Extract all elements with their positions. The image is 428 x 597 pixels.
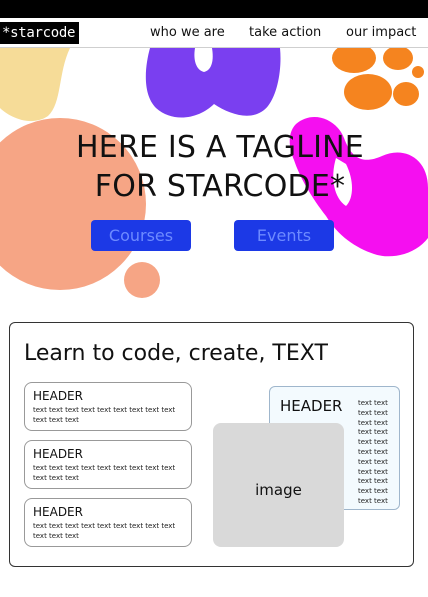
- hero-tagline: HERE IS A TAGLINE FOR STARCODE*: [40, 128, 400, 206]
- navbar: *starcode who we are take action our imp…: [0, 18, 428, 48]
- feature-text: text text text text text text text text …: [33, 406, 176, 424]
- orange-blob-3: [344, 74, 392, 110]
- orange-blob-2: [383, 48, 413, 70]
- side-panel-text: text text text text text text text text …: [358, 399, 388, 505]
- feature-header: HEADER: [33, 389, 83, 403]
- feature-text: text text text text text text text text …: [33, 522, 176, 540]
- feature-box: HEADER text text text text text text tex…: [24, 498, 192, 547]
- courses-button[interactable]: Courses: [91, 220, 191, 251]
- side-panel-header: HEADER: [280, 397, 343, 415]
- image-label: image: [255, 481, 302, 499]
- feature-header: HEADER: [33, 505, 83, 519]
- nav-link-take-action[interactable]: take action: [249, 25, 321, 40]
- learn-card: Learn to code, create, TEXT HEADER text …: [9, 322, 414, 567]
- tagline-line-1: HERE IS A TAGLINE: [76, 130, 364, 165]
- orange-blob-4: [393, 82, 419, 106]
- image-placeholder: image: [213, 423, 344, 547]
- purple-blob: [145, 48, 281, 118]
- tagline-line-2: FOR STARCODE*: [94, 169, 346, 204]
- yellow-blob: [0, 48, 70, 122]
- top-bar: [0, 0, 428, 18]
- feature-text: text text text text text text text text …: [33, 464, 176, 482]
- events-button[interactable]: Events: [234, 220, 334, 251]
- feature-box: HEADER text text text text text text tex…: [24, 382, 192, 431]
- card-title: Learn to code, create, TEXT: [24, 341, 328, 366]
- peach-blob-small: [124, 262, 160, 298]
- feature-header: HEADER: [33, 447, 83, 461]
- starcode-logo[interactable]: *starcode: [0, 22, 79, 44]
- nav-link-our-impact[interactable]: our impact: [346, 25, 416, 40]
- orange-dot: [412, 66, 424, 78]
- nav-link-who-we-are[interactable]: who we are: [150, 25, 225, 40]
- feature-box: HEADER text text text text text text tex…: [24, 440, 192, 489]
- orange-blob-1: [332, 48, 376, 73]
- hero-section: HERE IS A TAGLINE FOR STARCODE* Courses …: [0, 48, 428, 308]
